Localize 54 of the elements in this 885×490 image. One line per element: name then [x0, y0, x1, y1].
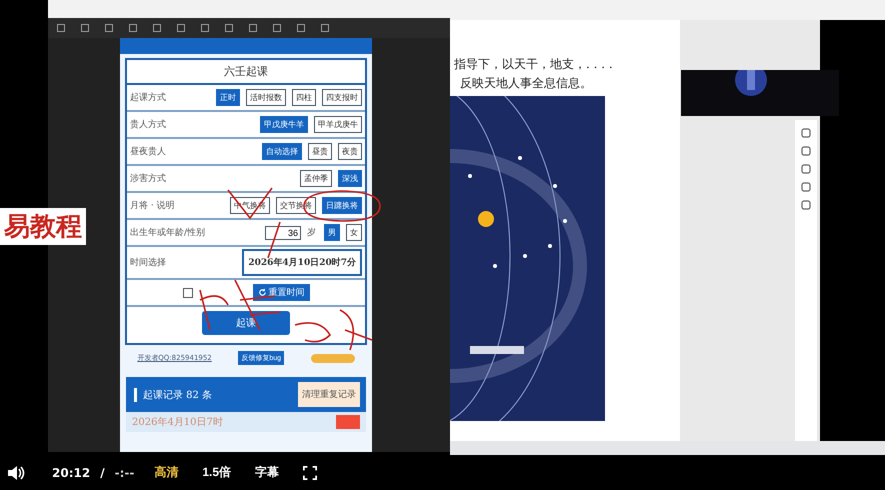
fullscreen-icon[interactable]	[303, 466, 318, 480]
option-button[interactable]: 四柱	[292, 89, 316, 106]
record-time: 2026年4月10日7时	[132, 416, 223, 429]
unit-label: 岁	[307, 226, 316, 239]
document-text: 指导下，以天干，地支，. . . .	[453, 56, 614, 73]
option-button[interactable]: 甲羊戊庚牛	[314, 116, 362, 133]
age-field[interactable]: 36	[265, 226, 301, 240]
duration: -:--	[114, 466, 134, 480]
row-label: 时间选择	[130, 256, 166, 269]
option-button[interactable]: 自动选择	[262, 143, 302, 160]
form-title: 六壬起课	[127, 60, 365, 85]
checkbox[interactable]	[182, 288, 192, 298]
row-label: 起课方式	[130, 92, 166, 104]
toolbar-icon[interactable]	[56, 23, 66, 33]
toolbar-icon[interactable]	[176, 23, 186, 33]
toolbar-icon[interactable]	[320, 23, 330, 33]
quality-button[interactable]: 高清	[154, 464, 178, 481]
option-button[interactable]: 活时报数	[246, 89, 286, 106]
option-button[interactable]: 夜贵	[338, 143, 362, 160]
records-title: 起课记录 82 条	[134, 388, 212, 402]
option-button[interactable]: 昼贵	[308, 143, 332, 160]
option-button[interactable]: 孟仲季	[300, 170, 332, 187]
overlay-caption: 易教程	[0, 208, 86, 245]
gender-button[interactable]: 女	[346, 224, 362, 241]
option-button[interactable]: 甲戊庚牛羊	[260, 116, 308, 133]
toolbar-icon[interactable]	[152, 23, 162, 33]
time-field[interactable]: 2026年4月10日20时7分	[242, 249, 362, 276]
toolbar-icon[interactable]	[248, 23, 258, 33]
refresh-icon	[258, 288, 266, 297]
toolbar-icon[interactable]	[128, 23, 138, 33]
toolbar-icon[interactable]	[104, 23, 114, 33]
toolbar-icon[interactable]	[80, 23, 90, 33]
current-time: 20:12	[52, 466, 90, 480]
row-label: 昼夜贵人	[130, 146, 166, 158]
subtitles-button[interactable]: 字幕	[255, 464, 280, 481]
toolbar-icon[interactable]	[296, 23, 306, 33]
row-label: 涉害方式	[130, 172, 166, 185]
clear-records-button[interactable]: 清理重复记录	[298, 382, 360, 407]
row-label: 出生年或年龄/性别	[130, 226, 206, 239]
reset-button[interactable]: 重置时间	[252, 284, 310, 301]
toolbar-icon[interactable]	[272, 23, 282, 33]
gender-button[interactable]: 男	[324, 224, 340, 241]
toolbar-icon[interactable]	[200, 23, 210, 33]
row-label: 月将 · 说明	[130, 200, 175, 212]
row-label: 贵人方式	[130, 118, 166, 131]
speed-button[interactable]: 1.5倍	[202, 464, 232, 481]
option-button[interactable]: 四支报时	[322, 89, 362, 106]
toolbar-icon[interactable]	[224, 23, 234, 33]
option-button[interactable]: 正时	[216, 89, 240, 106]
document-text: 反映天地人事全息信息。	[459, 75, 593, 92]
option-button[interactable]: 深浅	[338, 170, 362, 187]
submit-button[interactable]: 起课	[202, 311, 290, 335]
time-separator: /	[100, 466, 105, 480]
option-button[interactable]: 日躔换将	[322, 197, 362, 214]
